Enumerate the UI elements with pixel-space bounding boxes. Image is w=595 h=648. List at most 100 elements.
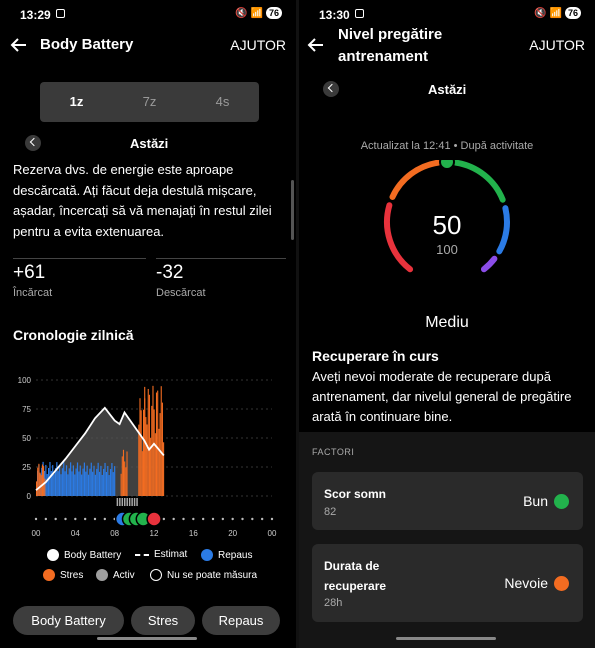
app-bar: Body Battery AJUTOR <box>0 30 296 62</box>
back-arrow-icon[interactable] <box>307 36 325 54</box>
stress-bar <box>44 478 46 496</box>
day-label: Astăzi <box>130 136 169 151</box>
rest-bar <box>70 462 72 496</box>
status-time: 13:29 <box>20 8 51 22</box>
stress-bar <box>155 392 158 496</box>
rest-bar <box>85 471 87 496</box>
rest-bar <box>105 471 108 496</box>
timeline-dot <box>34 517 38 521</box>
legend-label: Activ <box>113 569 135 581</box>
rest-bar <box>101 474 103 496</box>
stress-bar <box>147 388 149 496</box>
activity-marker <box>119 498 121 506</box>
drained-value: -32 <box>156 262 184 283</box>
tab-1-day[interactable]: 1z <box>40 82 113 122</box>
timeline-dot <box>251 517 254 521</box>
legend-estimated: Estimat <box>135 549 187 560</box>
rest-bar <box>68 468 70 496</box>
rest-bar <box>112 472 114 496</box>
status-time: 13:30 <box>319 8 350 22</box>
status-bar: 13:30 🔇 📶 76 <box>299 6 595 24</box>
timeline-dot <box>103 517 107 521</box>
nav-handle[interactable] <box>97 637 197 640</box>
help-button[interactable]: AJUTOR <box>529 37 585 53</box>
rest-button[interactable]: Repaus <box>202 606 280 635</box>
rest-bar <box>78 471 80 496</box>
rest-bar <box>72 465 74 496</box>
stress-bar <box>124 461 126 496</box>
stress-bar <box>38 463 40 496</box>
factor-recovery-time[interactable]: Durata de recuperare 28h Nevoie <box>312 544 583 622</box>
rest-bar <box>92 471 94 496</box>
tab-7-days[interactable]: 7z <box>113 82 186 122</box>
rest-bar <box>90 462 92 496</box>
legend-swatch <box>43 569 55 581</box>
stress-bar <box>39 472 41 496</box>
legend-rest: Repaus <box>201 549 252 561</box>
stress-bar <box>154 433 156 496</box>
nav-handle[interactable] <box>396 637 496 640</box>
battery-icon: 76 <box>265 7 282 19</box>
activity-marker <box>121 498 124 506</box>
stress-bar <box>139 398 141 496</box>
stress-bar <box>140 410 142 496</box>
rest-bar <box>111 463 113 496</box>
factor-title: Durata de recuperare <box>324 559 387 593</box>
rest-bar <box>75 468 77 496</box>
stress-bar <box>43 466 45 496</box>
timeline-dot <box>64 517 67 521</box>
gauge-segment-prime <box>496 205 510 255</box>
legend-active: Activ <box>96 569 135 581</box>
rest-bar <box>108 475 110 496</box>
rest-bar <box>47 467 50 496</box>
back-arrow-icon[interactable] <box>10 36 28 54</box>
stress-bar <box>146 424 148 496</box>
legend-label: Estimat <box>154 549 188 560</box>
scrollbar[interactable] <box>291 180 294 240</box>
factors-title: FACTORI <box>312 447 355 457</box>
activity-marker <box>116 498 119 506</box>
status-icons: 🔇 📶 76 <box>534 7 581 19</box>
x-tick-label: 08 <box>110 529 119 538</box>
previous-day-button[interactable] <box>25 135 41 151</box>
rest-bar <box>107 465 109 496</box>
stress-bar <box>122 449 125 496</box>
body-battery-button[interactable]: Body Battery <box>13 606 124 635</box>
gauge-segment-high <box>452 160 506 203</box>
gauge-max: 100 <box>436 242 458 257</box>
legend-stress: Stres <box>43 569 83 581</box>
legend-unmeasurable: Nu se poate măsura <box>150 569 257 581</box>
stress-button[interactable]: Stres <box>131 606 195 635</box>
legend-swatch <box>96 569 108 581</box>
charged-value: +61 <box>13 262 46 283</box>
stress-bar <box>161 402 163 496</box>
y-tick-label: 25 <box>22 463 31 472</box>
rest-bar <box>61 468 63 496</box>
rest-bar <box>103 468 105 496</box>
tab-4-weeks[interactable]: 4s <box>186 82 259 122</box>
y-tick-label: 0 <box>27 492 32 501</box>
timeline-dot <box>231 517 234 521</box>
gauge-value: 50 <box>433 210 462 240</box>
gallery-notification-icon <box>56 9 65 18</box>
timeline-dot <box>182 517 185 521</box>
rest-bar <box>59 465 61 496</box>
rest-bar <box>83 462 85 496</box>
y-tick-label: 50 <box>22 434 31 443</box>
help-button[interactable]: AJUTOR <box>230 37 286 53</box>
factor-sleep-score[interactable]: Scor somn 82 Bun <box>312 472 583 530</box>
stress-bar <box>145 417 147 496</box>
rest-bar <box>86 465 88 496</box>
rest-bar <box>93 465 95 496</box>
factor-value: Nevoie <box>504 575 548 591</box>
recovery-title: Recuperare în curs <box>312 348 439 364</box>
rest-bar <box>94 474 97 496</box>
battery-icon: 76 <box>564 7 581 19</box>
y-tick-label: 75 <box>22 405 31 414</box>
timeline-dot <box>221 517 225 521</box>
timeline-title: Cronologie zilnică <box>13 327 134 343</box>
previous-day-button[interactable] <box>323 81 339 97</box>
stress-bar <box>142 409 145 496</box>
timeline-dot <box>260 517 264 521</box>
rest-bar <box>65 465 68 496</box>
